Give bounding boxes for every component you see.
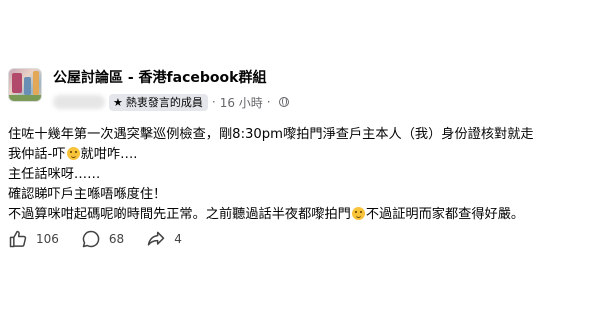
meta-separator: ·	[211, 95, 216, 109]
group-name-link[interactable]: 公屋討論區 - 香港facebook群組	[53, 67, 266, 87]
globe-icon[interactable]	[278, 97, 289, 107]
member-badge[interactable]: ★ 熱衷發言的成員	[109, 93, 208, 111]
post-body: 住咗十幾年第一次遇突擊巡例檢查，剛8:30pm嚟拍門淨查戶主本人（我）身份證核對…	[8, 125, 596, 225]
comment-icon	[82, 230, 100, 248]
post-text: 不過証明而家都查得好嚴。	[365, 207, 525, 222]
share-icon	[147, 231, 165, 246]
post-line: 住咗十幾年第一次遇突擊巡例檢查，剛8:30pm嚟拍門淨查戶主本人（我）身份證核對…	[8, 127, 534, 142]
comment-count: 68	[108, 232, 125, 246]
post-meta: ★ 熱衷發言的成員 · 16 小時 ·	[53, 92, 289, 112]
like-count: 106	[36, 232, 59, 246]
meta-separator: ·	[266, 95, 271, 109]
tongue-emoji-icon	[351, 207, 365, 220]
post-text: 就咁咋….	[80, 147, 138, 162]
share-button[interactable]: 4	[146, 229, 182, 249]
post-line: 確認睇吓戶主喺唔喺度住！	[8, 187, 167, 202]
star-icon: ★	[113, 95, 123, 109]
group-avatar[interactable]	[8, 68, 42, 102]
post-line: 不過算咪咁起碼呢啲時間先正常。之前聽過話半夜都嚟拍門 不過証明而家都查得好嚴。	[8, 205, 596, 225]
share-count: 4	[174, 232, 182, 246]
blurred-author-name[interactable]	[53, 95, 105, 109]
like-icon	[9, 230, 27, 248]
post-text: 我仲話-吓	[8, 147, 66, 162]
badge-label: 熱衷發言的成員	[125, 96, 203, 109]
post-line: 主任話咪呀……	[8, 167, 101, 182]
post-timestamp[interactable]: 16 小時	[220, 94, 263, 111]
post-line: 我仲話-吓 就咁咋….	[8, 145, 596, 165]
post-actions: 106 68 4	[8, 228, 204, 250]
post-text: 不過算咪咁起碼呢啲時間先正常。之前聽過話半夜都嚟拍門	[8, 207, 351, 222]
facebook-post: 公屋討論區 - 香港facebook群組 ★ 熱衷發言的成員 · 16 小時 ·…	[0, 0, 600, 314]
surprised-emoji-icon	[66, 147, 80, 160]
like-button[interactable]: 106	[8, 229, 59, 249]
comment-button[interactable]: 68	[81, 229, 124, 249]
